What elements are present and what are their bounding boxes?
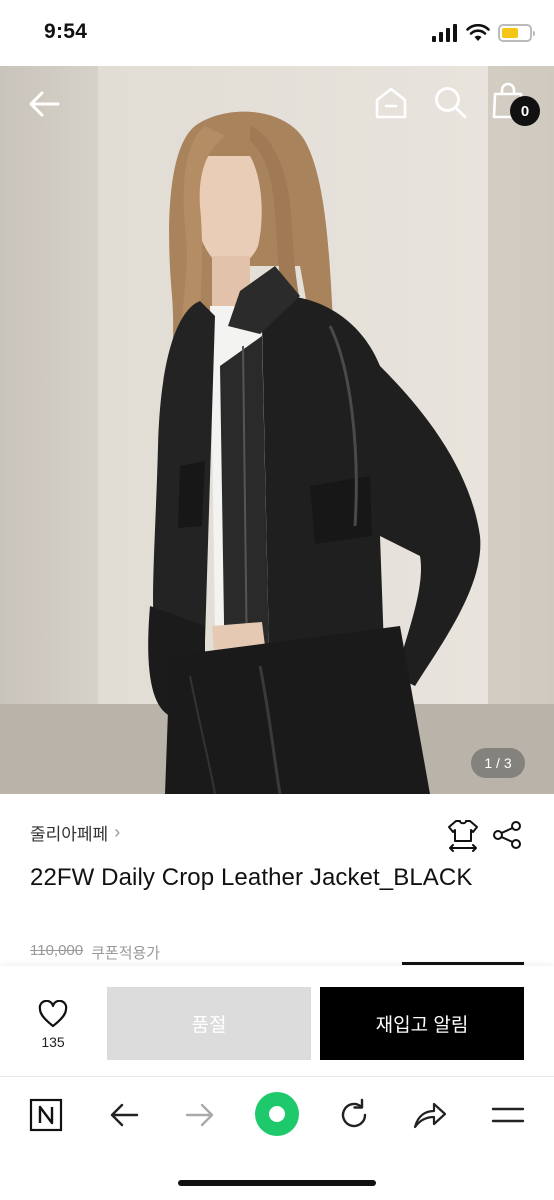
chevron-right-icon: › xyxy=(114,822,121,842)
product-image[interactable]: 0 1 / 3 xyxy=(0,66,554,794)
tab-indicator xyxy=(402,962,524,965)
price-row: 110,000 쿠폰적용가 xyxy=(30,942,160,963)
browser-back-icon[interactable] xyxy=(104,1095,144,1135)
browser-share-icon[interactable] xyxy=(410,1095,450,1135)
search-icon[interactable] xyxy=(432,84,468,120)
soldout-button: 품절 xyxy=(107,987,311,1060)
coupon-price-label: 쿠폰적용가 xyxy=(91,945,161,962)
home-icon[interactable] xyxy=(372,84,410,122)
green-dot-icon[interactable] xyxy=(254,1091,300,1137)
status-icons xyxy=(432,24,535,42)
cart-count-badge: 0 xyxy=(510,96,540,126)
naver-icon[interactable] xyxy=(26,1095,66,1135)
original-price: 110,000 xyxy=(30,942,84,959)
wifi-icon xyxy=(466,24,490,41)
purchase-bar: 135 품절 재입고 알림 xyxy=(0,966,554,1076)
size-guide-icon[interactable] xyxy=(446,818,480,852)
brand-link[interactable]: 줄리아페페 › xyxy=(30,820,120,845)
share-icon[interactable] xyxy=(492,820,522,850)
battery-icon xyxy=(498,24,535,42)
brand-name: 줄리아페페 xyxy=(30,825,109,844)
back-icon[interactable] xyxy=(26,86,62,122)
refresh-icon[interactable] xyxy=(334,1095,374,1135)
status-bar: 9:54 xyxy=(0,0,554,66)
home-indicator xyxy=(178,1180,376,1186)
signal-icon xyxy=(432,24,457,42)
restock-alert-button[interactable]: 재입고 알림 xyxy=(320,987,524,1060)
like-count: 135 xyxy=(41,1034,65,1050)
image-counter: 1 / 3 xyxy=(471,748,525,778)
model-figure xyxy=(148,111,481,794)
menu-icon[interactable] xyxy=(488,1095,528,1135)
product-title: 22FW Daily Crop Leather Jacket_BLACK xyxy=(30,864,473,891)
status-time: 9:54 xyxy=(44,20,88,43)
browser-forward-icon[interactable] xyxy=(180,1095,220,1135)
heart-icon[interactable] xyxy=(38,1000,68,1028)
